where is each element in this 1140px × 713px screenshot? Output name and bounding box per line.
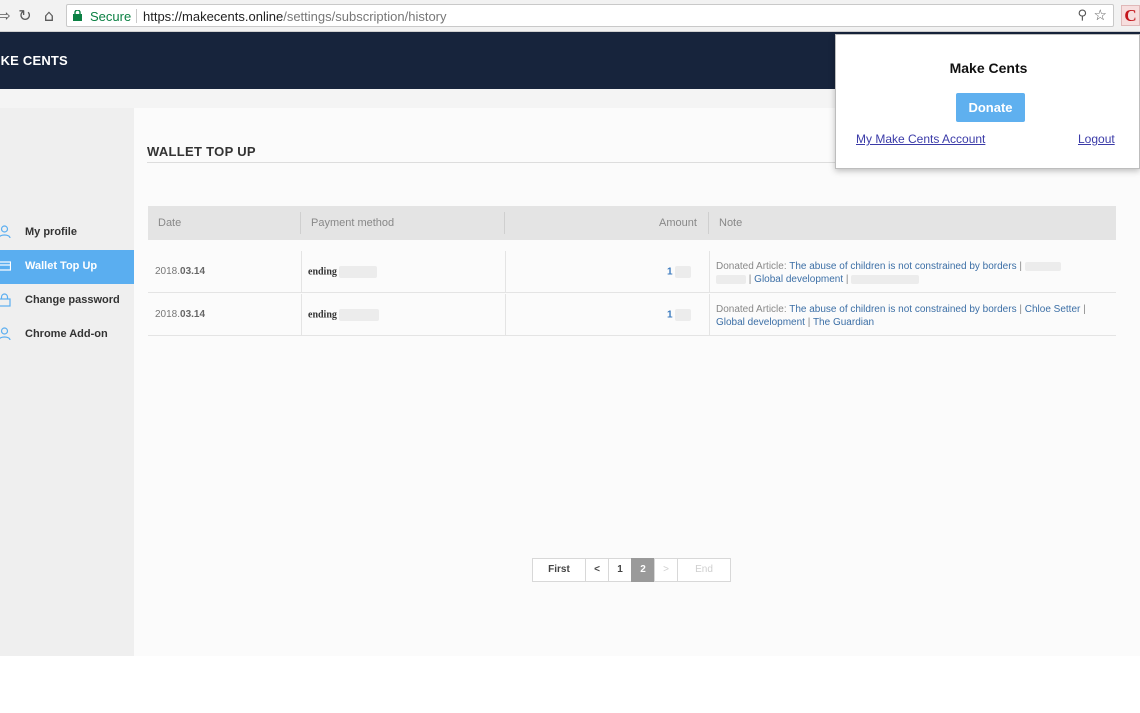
pagination-prev[interactable]: < [585,558,609,582]
pagination-page-1[interactable]: 1 [608,558,632,582]
omnibox-divider [136,9,137,23]
amount-value: 1 [667,309,673,321]
zoom-icon[interactable]: ⚲ [1077,8,1087,23]
redacted-block [339,266,378,278]
user-icon [0,327,11,341]
user-icon [0,225,11,239]
url-path: /settings/subscription/history [283,9,447,24]
secure-label: Secure [90,9,132,24]
sidebar-item-label: Chrome Add-on [25,328,108,340]
date-prefix: 2018. [155,266,181,277]
column-header-amount: Amount [659,217,697,229]
column-divider [708,212,709,234]
column-divider [505,294,506,336]
publisher-link[interactable]: The Guardian [813,317,874,328]
sidebar: My profile Wallet Top Up Change password… [0,108,134,656]
cell-note: Donated Article: The abuse of children i… [716,260,1088,286]
sidebar-item-label: My profile [25,226,77,238]
sidebar-item-label: Change password [25,294,120,306]
column-divider [709,251,710,293]
account-link[interactable]: My Make Cents Account [856,132,985,146]
article-link[interactable]: The abuse of children is not constrained… [789,261,1016,272]
padlock-icon [73,10,82,21]
redacted-block [339,309,380,321]
extension-popup: Make Cents Donate My Make Cents Account … [835,34,1140,169]
column-header-date: Date [158,217,182,229]
popup-title: Make Cents [949,60,1028,76]
table-row: 2018.03.14 ending 1 Donated Article: The… [148,294,1116,336]
date-prefix: 2018. [155,309,181,320]
note-prefix: Donated Article: [716,261,787,272]
logout-link[interactable]: Logout [1078,132,1115,146]
column-divider [504,212,505,234]
cell-amount: 1 [667,309,691,321]
url-text[interactable]: https://makecents.online/settings/subscr… [143,9,447,24]
column-header-note: Note [719,217,743,229]
pagination-next[interactable]: > [654,558,678,582]
redacted-block [716,274,746,284]
sidebar-item-change-password[interactable]: Change password [0,284,134,318]
screen: ⇨ ↻ ⌂ Secure https://makecents.online/se… [0,0,1140,713]
sidebar-item-label: Wallet Top Up [25,260,98,272]
page-bottom-margin [0,656,1140,713]
redacted-block [851,274,920,284]
date-bold: 03.14 [180,309,206,320]
cell-payment-method: ending [308,266,378,278]
author-link[interactable]: Chloe Setter [1025,304,1081,315]
main-content: WALLET TOP UP Date Payment method Amount… [134,108,1140,656]
column-divider [300,212,301,234]
category-link[interactable]: Global development [716,317,805,328]
cell-payment-method: ending [308,309,380,321]
make-cents-extension-icon[interactable]: C [1121,5,1140,26]
page-title: WALLET TOP UP [147,144,256,159]
app-logo[interactable]: AKE CENTS [0,53,68,68]
sidebar-item-wallet-top-up[interactable]: Wallet Top Up [0,250,134,284]
redacted-block [1024,261,1061,271]
home-icon[interactable]: ⌂ [39,6,59,26]
article-link[interactable]: The abuse of children is not constrained… [789,304,1016,315]
pagination-first[interactable]: First [532,558,586,582]
note-prefix: Donated Article: [716,304,787,315]
pagination-page-2[interactable]: 2 [631,558,655,582]
reload-icon[interactable]: ↻ [15,6,35,26]
forward-icon[interactable]: ⇨ [0,6,14,26]
payment-text: ending [308,309,337,321]
cell-note: Donated Article: The abuse of children i… [716,304,1086,328]
payment-text: ending [308,266,337,278]
column-divider [709,294,710,336]
column-divider [505,251,506,293]
wallet-icon [0,261,11,271]
redacted-block [674,266,691,278]
table-row: 2018.03.14 ending 1 Donated Article: The… [148,251,1116,293]
url-host: https://makecents.online [143,9,284,24]
cell-amount: 1 [667,266,691,278]
lock-icon [0,293,11,307]
column-divider [301,294,302,336]
date-bold: 03.14 [180,266,206,277]
cell-date: 2018.03.14 [155,266,205,277]
column-divider [301,251,302,293]
table-header: Date Payment method Amount Note [148,206,1116,240]
category-link[interactable]: Global development [754,274,843,285]
cell-date: 2018.03.14 [155,309,205,320]
sidebar-item-chrome-add-on[interactable]: Chrome Add-on [0,318,134,352]
redacted-block [674,309,691,321]
address-bar[interactable]: Secure https://makecents.online/settings… [66,4,1114,27]
sidebar-item-my-profile[interactable]: My profile [0,216,134,250]
column-header-payment-method: Payment method [311,217,395,229]
donate-button[interactable]: Donate [956,93,1025,122]
pagination-end[interactable]: End [677,558,731,582]
browser-toolbar: ⇨ ↻ ⌂ Secure https://makecents.online/se… [0,0,1140,32]
amount-value: 1 [667,266,673,278]
bookmark-star-icon[interactable]: ☆ [1094,6,1107,24]
